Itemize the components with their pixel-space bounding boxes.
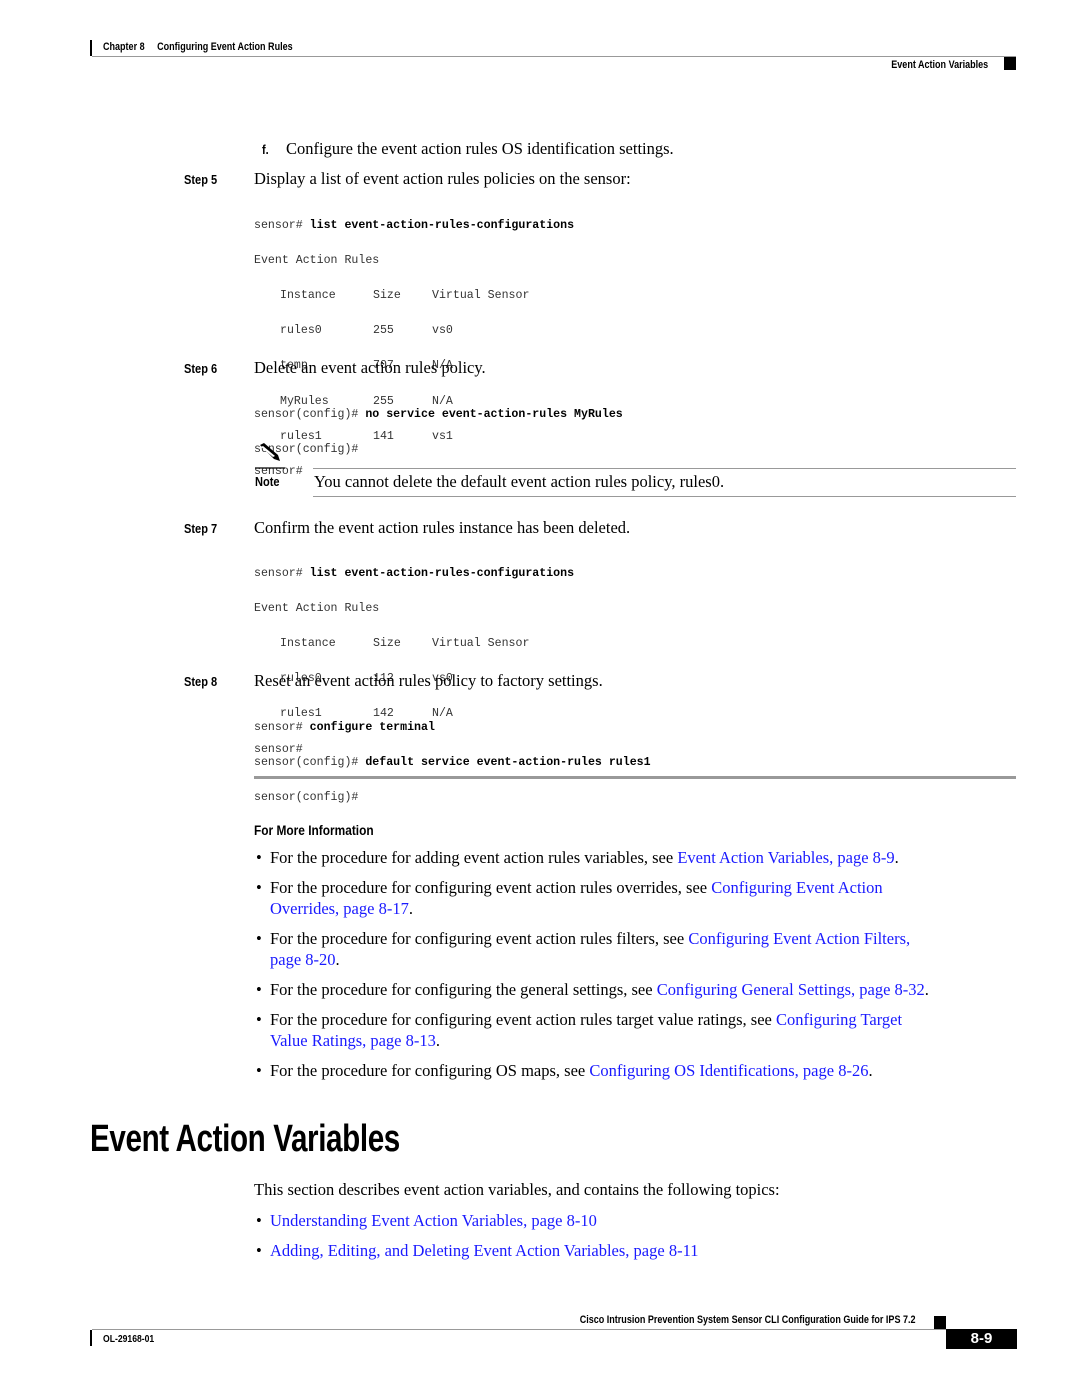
header-left-bar xyxy=(90,40,92,56)
code-command-line: sensor# list event-action-rules-configur… xyxy=(254,218,575,232)
code-command-line: sensor# list event-action-rules-configur… xyxy=(254,566,575,580)
link-configuring-os-identifications[interactable]: Configuring OS Identifications, page 8-2… xyxy=(589,1061,868,1080)
code-output-title: Event Action Rules xyxy=(254,601,380,615)
code-table-header: Instance Size Virtual Sensor xyxy=(280,636,530,650)
topic-item: • Adding, Editing, and Deleting Event Ac… xyxy=(256,1240,1010,1261)
chapter-title: Configuring Event Action Rules xyxy=(157,41,293,53)
bullet-icon: • xyxy=(256,1010,262,1029)
page-number-box: 8-9 xyxy=(946,1329,1017,1349)
note-bottom-rule xyxy=(313,496,1016,497)
step-7-label: Step 7 xyxy=(184,521,218,536)
code-output-title: Event Action Rules xyxy=(254,253,380,267)
code-command-line: sensor(config)# default service event-ac… xyxy=(254,755,651,769)
step-8-label: Step 8 xyxy=(184,674,218,689)
more-info-item: • For the procedure for adding event act… xyxy=(256,848,899,867)
footer-left-bar xyxy=(90,1330,92,1346)
step-6-code: sensor(config)# no service event-action-… xyxy=(254,388,623,476)
more-info-item: • For the procedure for configuring OS m… xyxy=(256,1061,873,1080)
section-title: Event Action Variables xyxy=(90,1118,400,1160)
header-marker-square xyxy=(1004,57,1016,70)
substep-text: Configure the event action rules OS iden… xyxy=(286,139,674,158)
pencil-icon xyxy=(254,443,286,469)
header-section: Event Action Variables xyxy=(891,59,988,71)
bullet-icon: • xyxy=(256,980,262,999)
bullet-icon: • xyxy=(256,1241,262,1260)
link-configuring-overrides[interactable]: Configuring Event Action xyxy=(711,878,882,897)
bullet-icon: • xyxy=(256,848,262,867)
step-8-code: sensor# configure terminal sensor(config… xyxy=(254,701,651,824)
substep-label: f. xyxy=(262,142,269,157)
link-configuring-general-settings[interactable]: Configuring General Settings, page 8-32 xyxy=(657,980,925,999)
step-8-text: Reset an event action rules policy to fa… xyxy=(254,671,603,690)
step-7-text: Confirm the event action rules instance … xyxy=(254,518,631,537)
more-info-heading: For More Information xyxy=(254,822,374,838)
more-info-item: • For the procedure for configuring the … xyxy=(256,980,929,999)
code-table-header: Instance Size Virtual Sensor xyxy=(280,288,530,302)
chapter-number: Chapter 8 xyxy=(103,41,145,53)
bullet-icon: • xyxy=(256,1211,262,1230)
code-end-prompt: sensor(config)# xyxy=(254,790,359,804)
page-number: 8-9 xyxy=(970,1330,993,1347)
code-command-line: sensor# configure terminal xyxy=(254,720,435,734)
link-understanding-event-action-variables[interactable]: Understanding Event Action Variables, pa… xyxy=(270,1211,597,1230)
section-intro: This section describes event action vari… xyxy=(254,1180,780,1199)
header-rule xyxy=(92,56,1016,57)
code-command-line: sensor(config)# no service event-action-… xyxy=(254,407,623,421)
link-configuring-overrides-cont[interactable]: Overrides, page 8-17 xyxy=(270,899,409,918)
step-5-text: Display a list of event action rules pol… xyxy=(254,169,631,188)
bullet-icon: • xyxy=(256,1061,262,1080)
step-6-label: Step 6 xyxy=(184,361,218,376)
footer-guide-title: Cisco Intrusion Prevention System Sensor… xyxy=(580,1314,916,1326)
step-5-label: Step 5 xyxy=(184,172,218,187)
topic-item: • Understanding Event Action Variables, … xyxy=(256,1210,1010,1231)
code-end-prompt: sensor(config)# xyxy=(254,442,359,456)
link-adding-editing-deleting-variables[interactable]: Adding, Editing, and Deleting Event Acti… xyxy=(270,1241,698,1260)
procedure-end-rule xyxy=(254,776,1016,779)
step-6-text: Delete an event action rules policy. xyxy=(254,358,486,377)
footer-rule xyxy=(92,1329,946,1330)
more-info-item: • For the procedure for configuring even… xyxy=(256,878,883,918)
code-table-row: rules0 255 vs0 xyxy=(280,324,453,338)
header-chapter: Chapter 8 Configuring Event Action Rules xyxy=(103,41,293,53)
footer-doc-id: OL-29168-01 xyxy=(103,1333,155,1345)
note-text: You cannot delete the default event acti… xyxy=(314,472,725,491)
note-label: Note xyxy=(255,474,280,489)
link-configuring-target-value-ratings[interactable]: Configuring Target xyxy=(776,1010,902,1029)
link-configuring-filters-cont[interactable]: page 8-20 xyxy=(270,950,336,969)
footer-marker-square xyxy=(934,1316,946,1330)
link-configuring-target-value-ratings-cont[interactable]: Value Ratings, page 8-13 xyxy=(270,1031,436,1050)
more-info-item: • For the procedure for configuring even… xyxy=(256,929,911,969)
link-event-action-variables[interactable]: Event Action Variables, page 8-9 xyxy=(677,848,894,867)
note-top-rule xyxy=(313,468,1016,469)
more-info-item: • For the procedure for configuring even… xyxy=(256,1010,903,1050)
link-configuring-filters[interactable]: Configuring Event Action Filters, xyxy=(688,929,910,948)
bullet-icon: • xyxy=(256,878,262,897)
bullet-icon: • xyxy=(256,929,262,948)
